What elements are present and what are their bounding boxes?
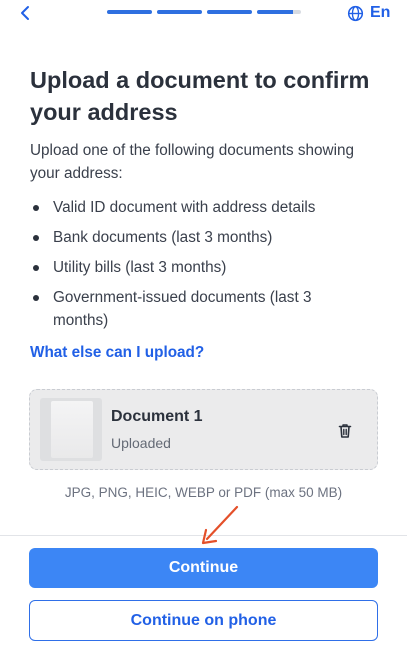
- top-bar: En: [0, 0, 407, 30]
- list-item-label: Government-issued documents (last 3 mont…: [53, 289, 312, 329]
- bullet-icon: [33, 265, 39, 271]
- document-title: Document 1: [111, 408, 203, 425]
- progress-step-2: [157, 10, 202, 14]
- list-item: Valid ID document with address details: [30, 196, 370, 219]
- list-item-label: Bank documents (last 3 months): [53, 229, 273, 246]
- list-item: Utility bills (last 3 months): [30, 256, 370, 279]
- continue-button[interactable]: Continue: [29, 548, 378, 588]
- list-item-label: Valid ID document with address details: [53, 199, 316, 216]
- formats-hint: JPG, PNG, HEIC, WEBP or PDF (max 50 MB): [64, 485, 343, 500]
- globe-icon: [347, 5, 364, 21]
- language-label: En: [370, 4, 391, 21]
- document-status: Uploaded: [111, 435, 171, 451]
- list-item: Bank documents (last 3 months): [30, 226, 370, 249]
- language-selector[interactable]: En: [347, 4, 390, 22]
- bullet-icon: [33, 295, 39, 301]
- continue-on-phone-button[interactable]: Continue on phone: [29, 600, 378, 641]
- annotation-arrow-icon: [201, 505, 239, 545]
- bullet-icon: [33, 205, 39, 211]
- progress-step-4: [257, 10, 301, 14]
- document-page-preview: [51, 401, 93, 458]
- back-button[interactable]: [16, 3, 36, 23]
- list-item: Government-issued documents (last 3 mont…: [30, 286, 370, 332]
- progress-indicator: [107, 10, 301, 14]
- progress-step-3: [207, 10, 252, 14]
- delete-document-button[interactable]: [335, 421, 355, 441]
- progress-step-1: [107, 10, 152, 14]
- list-item-label: Utility bills (last 3 months): [53, 259, 227, 276]
- document-list: Valid ID document with address details B…: [30, 196, 370, 339]
- chevron-left-icon: [21, 6, 29, 20]
- bullet-icon: [33, 235, 39, 241]
- what-else-link[interactable]: What else can I upload?: [30, 344, 204, 362]
- page-title: Upload a document to confirm your addres…: [30, 67, 370, 125]
- uploaded-document-card: Document 1 Uploaded: [29, 389, 378, 470]
- intro-text: Upload one of the following documents sh…: [30, 142, 354, 182]
- document-thumbnail: [40, 398, 102, 461]
- trash-icon: [338, 424, 352, 438]
